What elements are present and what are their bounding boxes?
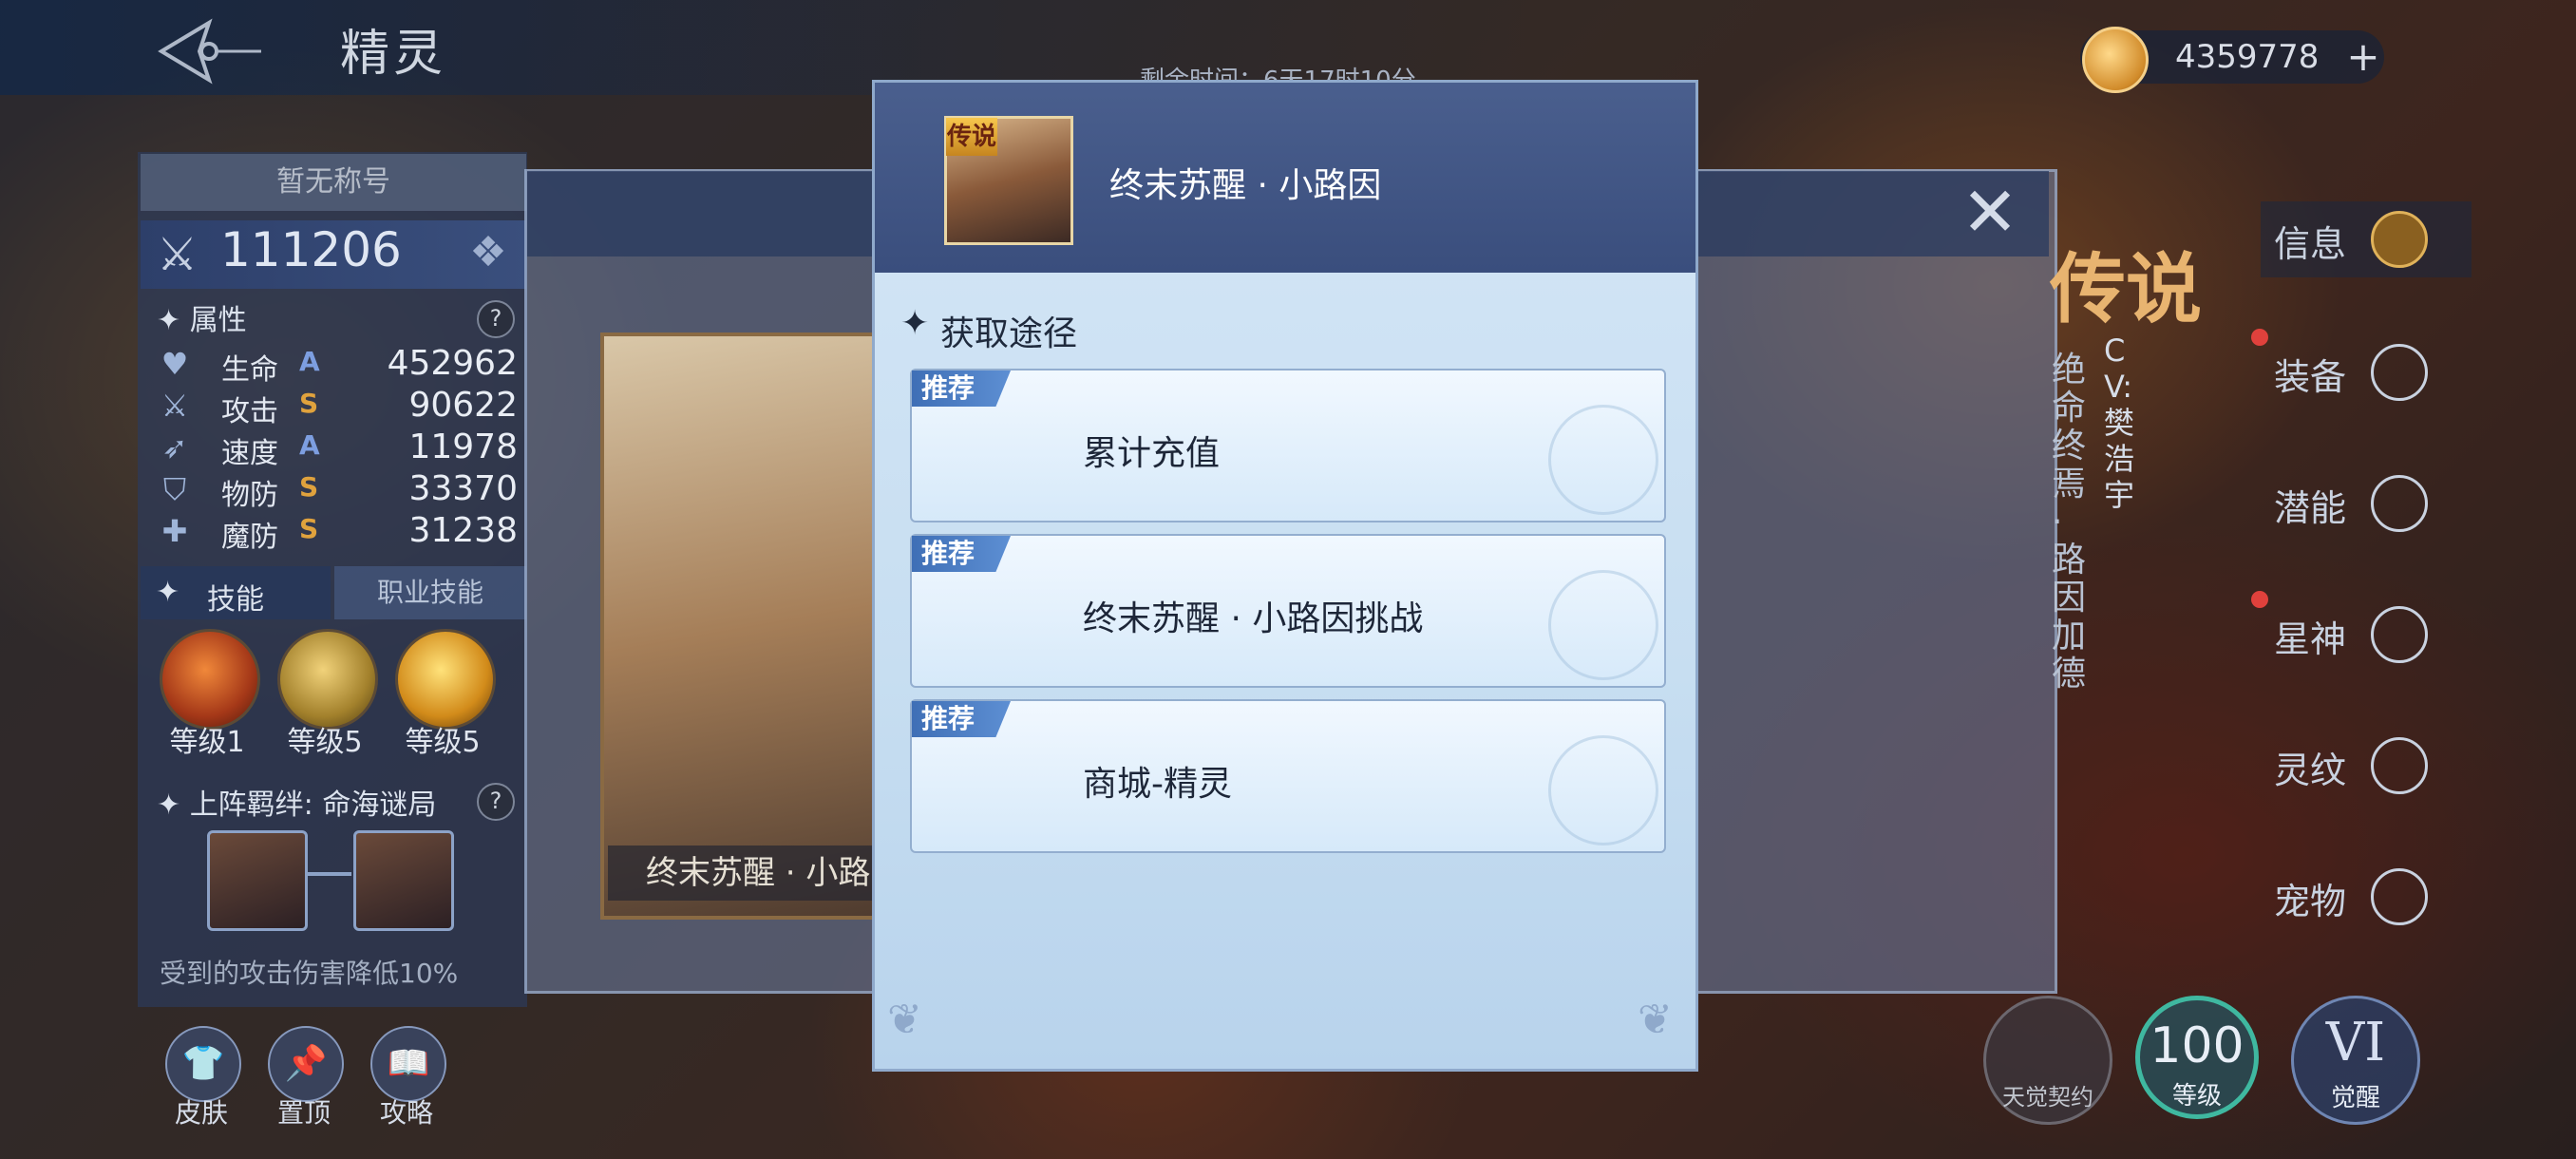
magic-shield-icon: ✚ bbox=[161, 513, 188, 549]
route-name: 累计充值 bbox=[1083, 434, 1221, 473]
pet-icon bbox=[2371, 868, 2428, 925]
skin-button-label[interactable]: 皮肤 bbox=[154, 1092, 249, 1130]
shield-icon: ⛉ bbox=[162, 471, 186, 507]
sparkle-icon: ✦ bbox=[156, 576, 180, 609]
skill-level-3: 等级5 bbox=[405, 726, 481, 759]
route-item-recharge[interactable]: 推荐 累计充值 bbox=[910, 369, 1666, 522]
back-logo-icon[interactable] bbox=[152, 13, 266, 89]
route-item-shop[interactable]: 推荐 商城-精灵 bbox=[910, 699, 1666, 853]
recommended-tag: 推荐 bbox=[912, 536, 1011, 572]
route-name: 终末苏醒 · 小路因挑战 bbox=[1083, 599, 1424, 638]
stat-value: 90622 bbox=[408, 386, 518, 425]
star-god-icon bbox=[2371, 606, 2428, 663]
tab-skills[interactable]: ✦ 技能 bbox=[141, 566, 331, 619]
recommended-tag: 推荐 bbox=[912, 701, 1011, 737]
stat-grade: A bbox=[299, 429, 320, 461]
corner-ornament-icon: ❦ bbox=[1638, 996, 1673, 1044]
awaken-button[interactable]: VI 觉醒 bbox=[2291, 996, 2420, 1125]
speed-icon: ➶ bbox=[161, 429, 188, 466]
bond-hero-avatar-1[interactable] bbox=[207, 830, 308, 931]
sparkle-icon: ✦ bbox=[157, 788, 181, 822]
nav-potential[interactable]: 潜能 bbox=[2261, 466, 2472, 542]
stat-value: 31238 bbox=[408, 511, 518, 550]
skill-icon-1[interactable] bbox=[160, 629, 260, 730]
stat-grade: S bbox=[299, 388, 319, 419]
awaken-contract-button[interactable]: 天觉契约 bbox=[1983, 996, 2112, 1125]
add-currency-button[interactable]: + bbox=[2342, 34, 2384, 80]
skill-level-2: 等级5 bbox=[287, 726, 363, 759]
skill-icon-2[interactable] bbox=[277, 629, 378, 730]
currency-value: 4359778 bbox=[2175, 38, 2320, 76]
rarity-tag: 传说 bbox=[946, 118, 997, 156]
routes-section-title: 获取途径 bbox=[940, 314, 1078, 353]
sword-icon: ⚔ bbox=[161, 388, 189, 424]
bond-link bbox=[306, 872, 351, 876]
route-item-challenge[interactable]: 推荐 终末苏醒 · 小路因挑战 bbox=[910, 534, 1666, 688]
tab-class-skills[interactable]: 职业技能 bbox=[334, 566, 526, 619]
page-title: 精灵 bbox=[340, 26, 447, 83]
stat-value: 33370 bbox=[408, 469, 518, 508]
nav-equipment[interactable]: 装备 bbox=[2261, 334, 2472, 410]
nav-star-god[interactable]: 星神 bbox=[2261, 597, 2472, 673]
star-emblem-icon bbox=[1548, 570, 1658, 680]
attributes-help-button[interactable]: ? bbox=[477, 300, 515, 338]
hero-epithet: 绝命终焉 · 路因加德 bbox=[2052, 351, 2087, 694]
stat-grade: A bbox=[299, 346, 320, 377]
rune-icon bbox=[2371, 737, 2428, 794]
skill-level-1: 等级1 bbox=[169, 726, 245, 759]
stat-value: 11978 bbox=[408, 428, 518, 466]
title-badge[interactable]: 暂无称号 bbox=[141, 154, 526, 211]
notification-dot bbox=[2251, 591, 2268, 608]
nav-pet[interactable]: 宠物 bbox=[2261, 859, 2472, 935]
star-emblem-icon bbox=[1548, 735, 1658, 846]
crossed-swords-icon: ⚔ bbox=[157, 228, 199, 281]
stat-row-physical-defense: ⛉ 物防 S 33370 bbox=[157, 469, 518, 512]
bond-help-button[interactable]: ? bbox=[477, 783, 515, 821]
bond-header: ✦ 上阵羁绊: 命海谜局 bbox=[157, 788, 437, 822]
notification-dot bbox=[2251, 329, 2268, 346]
level-button[interactable]: 100 等级 bbox=[2135, 996, 2259, 1119]
stat-row-attack: ⚔ 攻击 S 90622 bbox=[157, 386, 518, 428]
combat-power-value: 111206 bbox=[220, 222, 402, 277]
recommended-tag: 推荐 bbox=[912, 370, 1011, 407]
stat-grade: S bbox=[299, 471, 319, 503]
modal-title: 终末苏醒 · 小路因 bbox=[1109, 166, 1382, 205]
skin-icon[interactable]: 👕 bbox=[165, 1026, 241, 1102]
guide-icon[interactable]: 📖 bbox=[370, 1026, 446, 1102]
star-emblem-icon bbox=[1548, 405, 1658, 515]
route-name: 商城-精灵 bbox=[1083, 765, 1232, 804]
heart-icon: ♥ bbox=[161, 346, 189, 382]
close-icon[interactable]: ✕ bbox=[1957, 178, 2023, 246]
stat-grade: S bbox=[299, 513, 319, 544]
stat-value: 452962 bbox=[387, 344, 518, 383]
stat-row-hp: ♥ 生命 A 452962 bbox=[157, 344, 518, 387]
corner-ornament-icon: ❦ bbox=[887, 996, 922, 1044]
bond-hero-avatar-2[interactable] bbox=[353, 830, 454, 931]
stat-row-speed: ➶ 速度 A 11978 bbox=[157, 428, 518, 470]
info-icon bbox=[2371, 211, 2428, 268]
pin-icon[interactable]: 📌 bbox=[268, 1026, 344, 1102]
voice-actor: CV: 樊浩宇 bbox=[2104, 332, 2135, 513]
coin-icon bbox=[2082, 27, 2149, 93]
sparkle-icon: ✦ bbox=[900, 304, 930, 343]
equipment-icon bbox=[2371, 344, 2428, 401]
rarity-text: 传说 bbox=[2050, 245, 2202, 333]
skill-icon-3[interactable] bbox=[395, 629, 496, 730]
class-emblem-icon: ❖ bbox=[469, 228, 507, 276]
nav-info[interactable]: 信息 bbox=[2261, 201, 2472, 277]
guide-button-label[interactable]: 攻略 bbox=[359, 1092, 454, 1130]
bond-description: 受到的攻击伤害降低10% bbox=[160, 958, 459, 989]
potential-icon bbox=[2371, 475, 2428, 532]
pin-button-label[interactable]: 置顶 bbox=[256, 1092, 351, 1130]
nav-rune[interactable]: 灵纹 bbox=[2261, 728, 2472, 804]
sparkle-icon: ✦ bbox=[157, 304, 181, 337]
stat-row-magic-defense: ✚ 魔防 S 31238 bbox=[157, 511, 518, 554]
attributes-header: ✦ 属性 bbox=[157, 304, 247, 337]
